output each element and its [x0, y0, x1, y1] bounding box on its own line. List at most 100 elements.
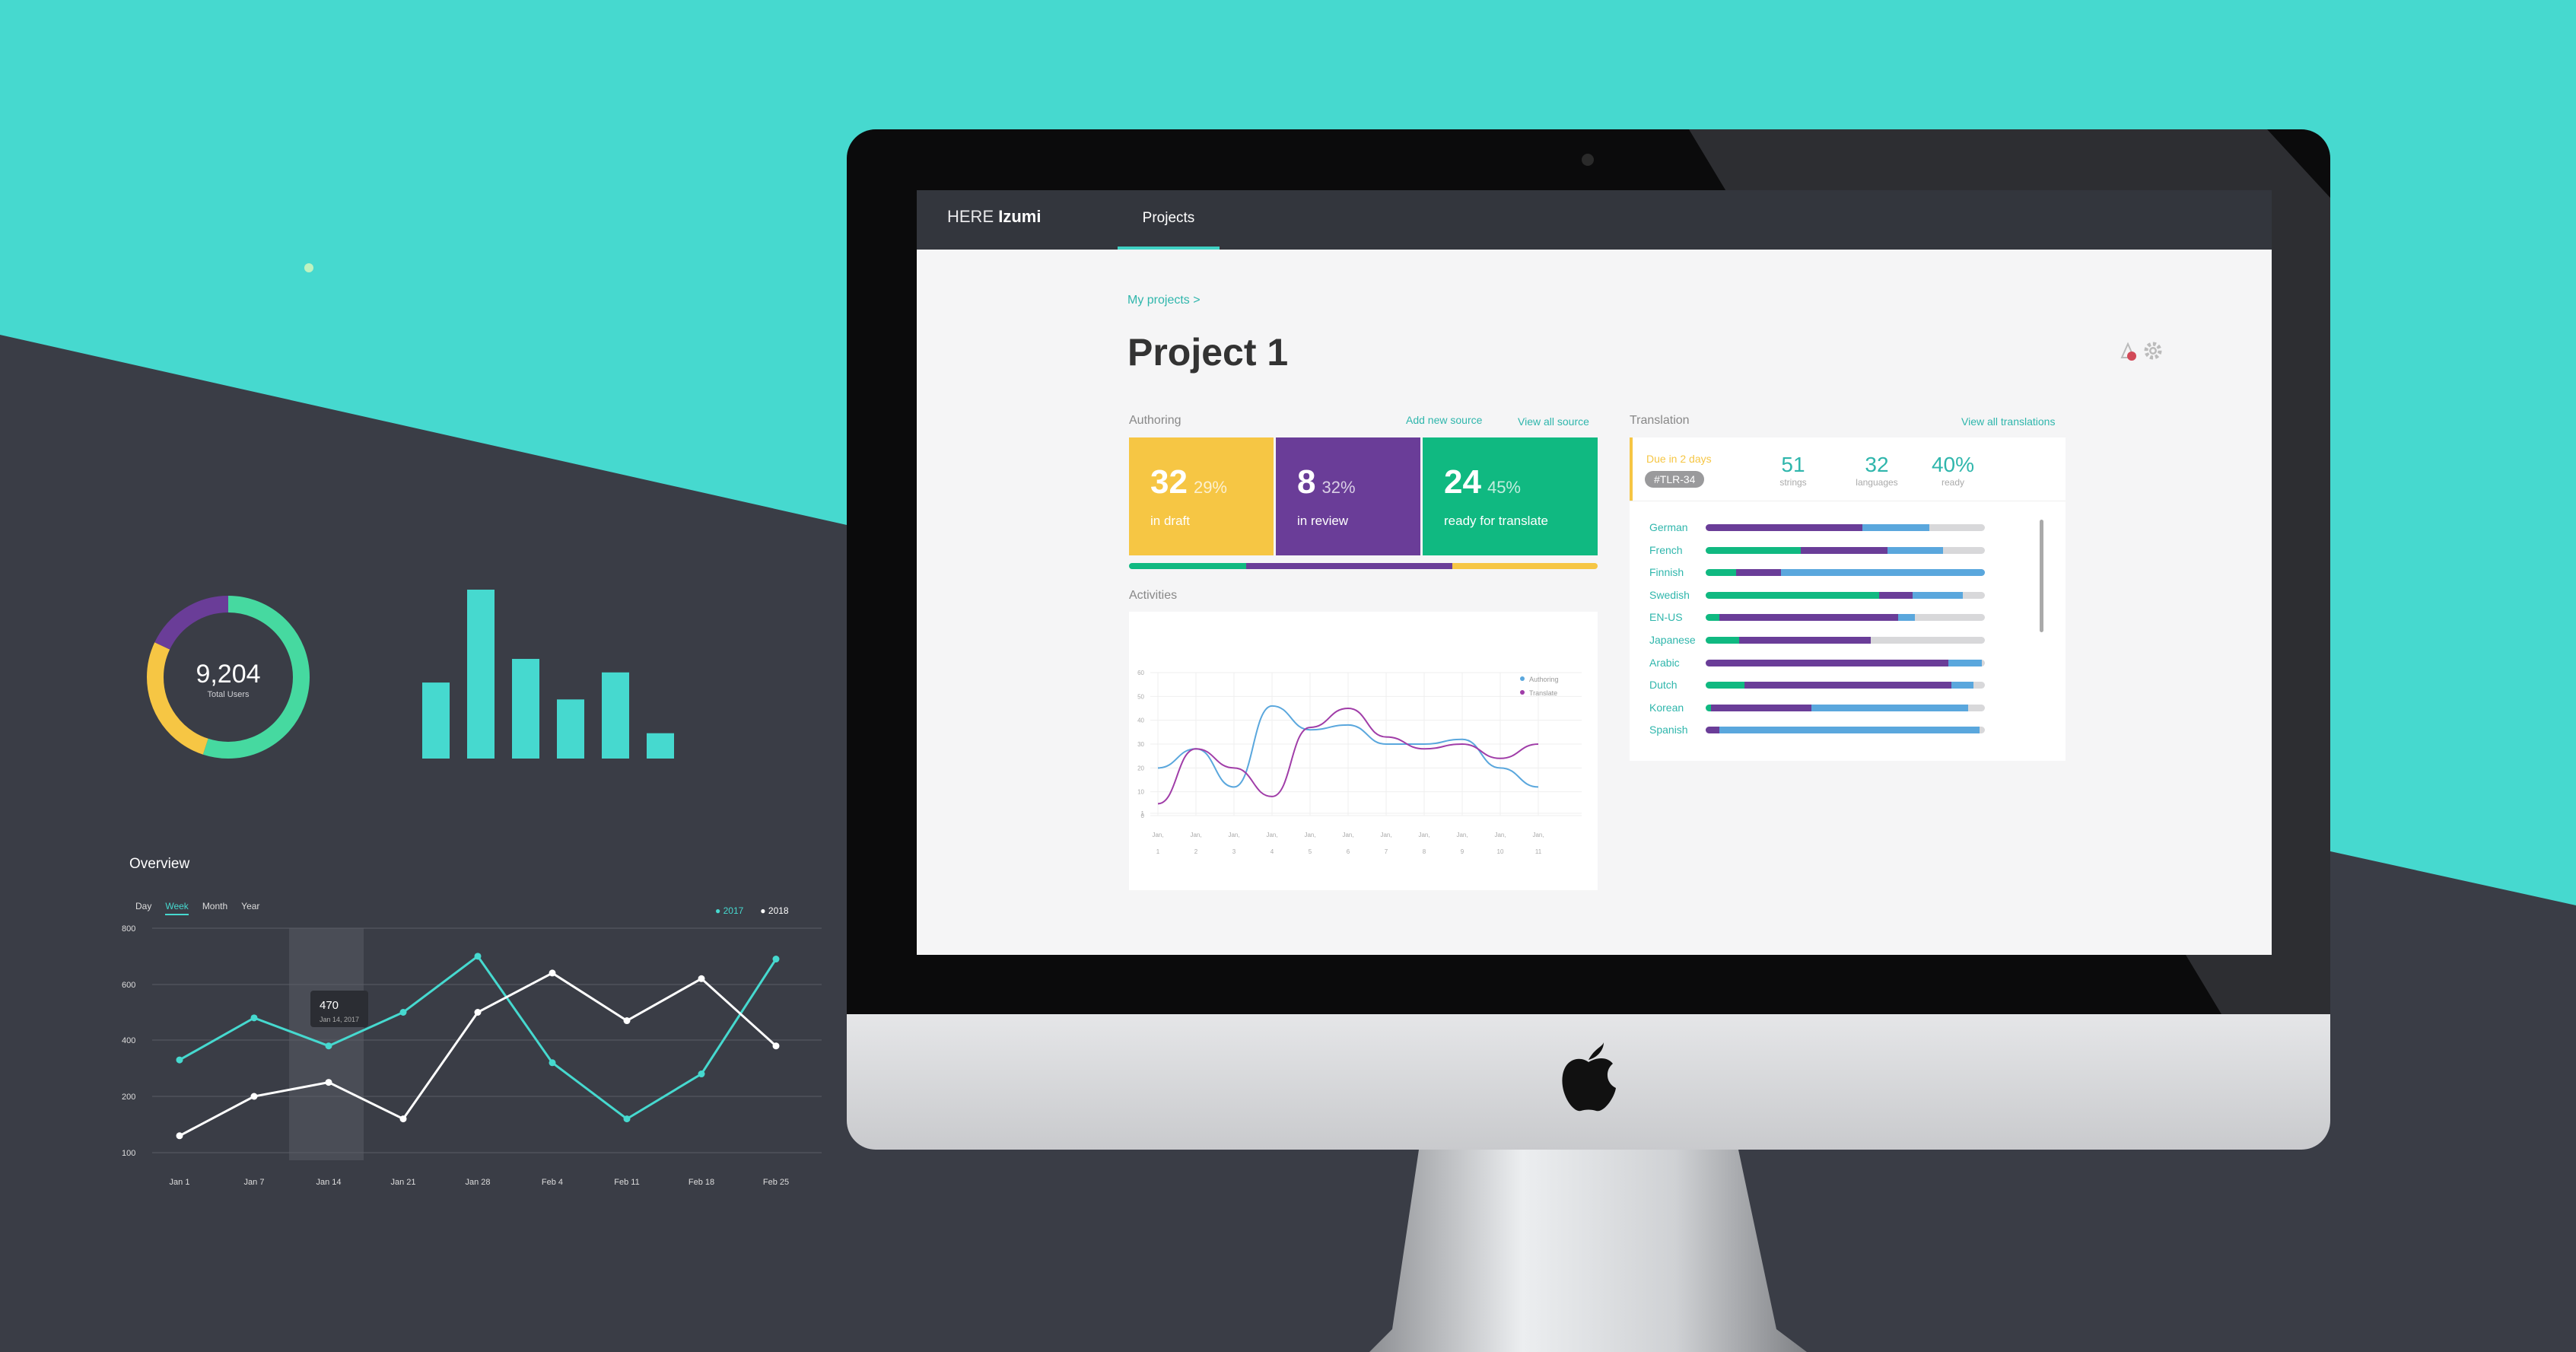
due-text: Due in 2 days [1646, 453, 1712, 465]
language-progress-bar [1706, 546, 1985, 554]
language-progress-bar [1706, 524, 1985, 531]
tab-month[interactable]: Month [202, 901, 227, 915]
x-tick-label: 8 [1423, 848, 1426, 855]
tab-day[interactable]: Day [135, 901, 151, 915]
x-tick-label: Jan 1 [170, 1178, 190, 1187]
view-all-source-link[interactable]: View all source [1518, 415, 1589, 428]
donut-value: 9,204 [196, 660, 260, 689]
scrollbar[interactable] [2040, 520, 2043, 632]
progress-segment [1246, 563, 1453, 569]
bar-segment-purple [1706, 659, 1949, 666]
language-progress-bar [1706, 614, 1985, 622]
data-point[interactable] [549, 1059, 556, 1067]
camera-icon [1582, 154, 1594, 166]
x-tick-label: 1 [1156, 848, 1160, 855]
x-tick-label: Feb 4 [542, 1178, 563, 1187]
monitor-chin [847, 1014, 2330, 1150]
data-point[interactable] [399, 1115, 407, 1123]
language-label[interactable]: Arabic [1649, 657, 1680, 669]
legend-2017: ● 2017 [715, 905, 744, 916]
data-point[interactable] [698, 1070, 705, 1078]
data-point[interactable] [772, 1042, 780, 1050]
y-tick-label: 10 [1137, 789, 1144, 796]
card-value: 24 45% [1444, 463, 1521, 501]
language-label[interactable]: Dutch [1649, 679, 1678, 691]
card-value: 8 32% [1297, 463, 1356, 501]
bar-segment-blue [1811, 704, 1968, 711]
data-point[interactable] [474, 953, 482, 960]
data-point[interactable] [176, 1132, 183, 1140]
add-new-source-link[interactable]: Add new source [1406, 414, 1482, 426]
overview-line-chart: 800 600 400 200 100 Jan 1 Jan 7 Jan 14 Jan 21 Jan… [122, 924, 822, 1187]
series-line-2018 [179, 972, 778, 1137]
nav-tab-projects[interactable]: Projects [1118, 190, 1220, 250]
donut-label: Total Users [207, 690, 250, 699]
x-tick-month: Jan, [1532, 832, 1544, 838]
data-point[interactable] [623, 1017, 631, 1025]
data-point[interactable] [623, 1115, 631, 1123]
bar-segment-blue [1951, 682, 1974, 689]
page-title: Project 1 [1127, 331, 1289, 374]
monitor-stand [1369, 1150, 1807, 1352]
y-tick-label: 0 [1141, 813, 1145, 819]
x-tick-label: Feb 25 [763, 1178, 789, 1187]
card-in-draft[interactable]: 32 29% in draft [1129, 437, 1274, 555]
language-label[interactable]: Japanese [1649, 634, 1696, 646]
mini-bar [602, 672, 629, 759]
notification-icon[interactable] [2119, 341, 2137, 361]
data-point[interactable] [325, 1042, 332, 1050]
y-tick-label: 30 [1137, 741, 1144, 748]
y-tick-label: 20 [1137, 765, 1144, 771]
data-point[interactable] [176, 1056, 183, 1064]
tab-year[interactable]: Year [241, 901, 259, 915]
bar-segment-purple [1706, 727, 1720, 734]
due-accent [1630, 437, 1633, 501]
data-point[interactable] [250, 1014, 258, 1022]
x-tick-label: 6 [1347, 848, 1350, 855]
language-label[interactable]: EN-US [1649, 611, 1683, 623]
data-point[interactable] [399, 1009, 407, 1016]
bar-segment-purple [1736, 569, 1782, 577]
ticket-tag[interactable]: #TLR-34 [1645, 471, 1705, 488]
apple-logo-icon [1562, 1042, 1616, 1112]
tab-week[interactable]: Week [165, 901, 189, 915]
x-tick-month: Jan, [1380, 832, 1391, 838]
data-point[interactable] [325, 1079, 332, 1086]
mini-bar [647, 733, 674, 759]
bar-segment-purple [1719, 614, 1899, 622]
data-point[interactable] [698, 975, 705, 982]
brand-logo[interactable]: HERE Izumi [947, 207, 1041, 227]
tooltip-date: Jan 14, 2017 [320, 1016, 359, 1023]
bar-segment-purple [1706, 524, 1862, 531]
overview-title: Overview [129, 856, 190, 872]
app-screen: HERE Izumi Projects My projects > Projec… [917, 190, 2272, 955]
data-point[interactable] [772, 956, 780, 963]
card-ready-for-translate[interactable]: 24 45% ready for translate [1423, 437, 1598, 555]
legend-dot-icon: ● [760, 905, 766, 916]
stat-strings: 51 strings [1779, 453, 1807, 488]
x-tick-month: Jan, [1190, 832, 1201, 838]
language-label[interactable]: German [1649, 521, 1688, 533]
data-point[interactable] [474, 1009, 482, 1016]
data-point[interactable] [250, 1093, 258, 1100]
x-tick-month: Jan, [1304, 832, 1315, 838]
authoring-progress-bar [1129, 563, 1598, 569]
view-all-translations-link[interactable]: View all translations [1961, 415, 2055, 428]
x-tick-month: Jan, [1228, 832, 1239, 838]
card-in-review[interactable]: 8 32% in review [1276, 437, 1420, 555]
mini-bar [422, 682, 450, 759]
language-label[interactable]: Korean [1649, 701, 1684, 714]
overview-tabs: Day Week Month Year [135, 901, 259, 915]
language-label[interactable]: French [1649, 544, 1683, 556]
progress-segment [1129, 563, 1246, 569]
x-tick-label: 9 [1461, 848, 1465, 855]
overview-legend: ● 2017 ● 2018 [715, 905, 789, 916]
breadcrumb[interactable]: My projects > [1127, 294, 1201, 307]
language-label[interactable]: Swedish [1649, 589, 1690, 601]
bar-segment-purple [1739, 637, 1871, 644]
data-point[interactable] [549, 969, 556, 977]
settings-gear-icon[interactable] [2143, 341, 2163, 361]
activities-label: Activities [1129, 589, 1178, 602]
language-label[interactable]: Spanish [1649, 724, 1688, 736]
language-label[interactable]: Finnish [1649, 566, 1684, 578]
